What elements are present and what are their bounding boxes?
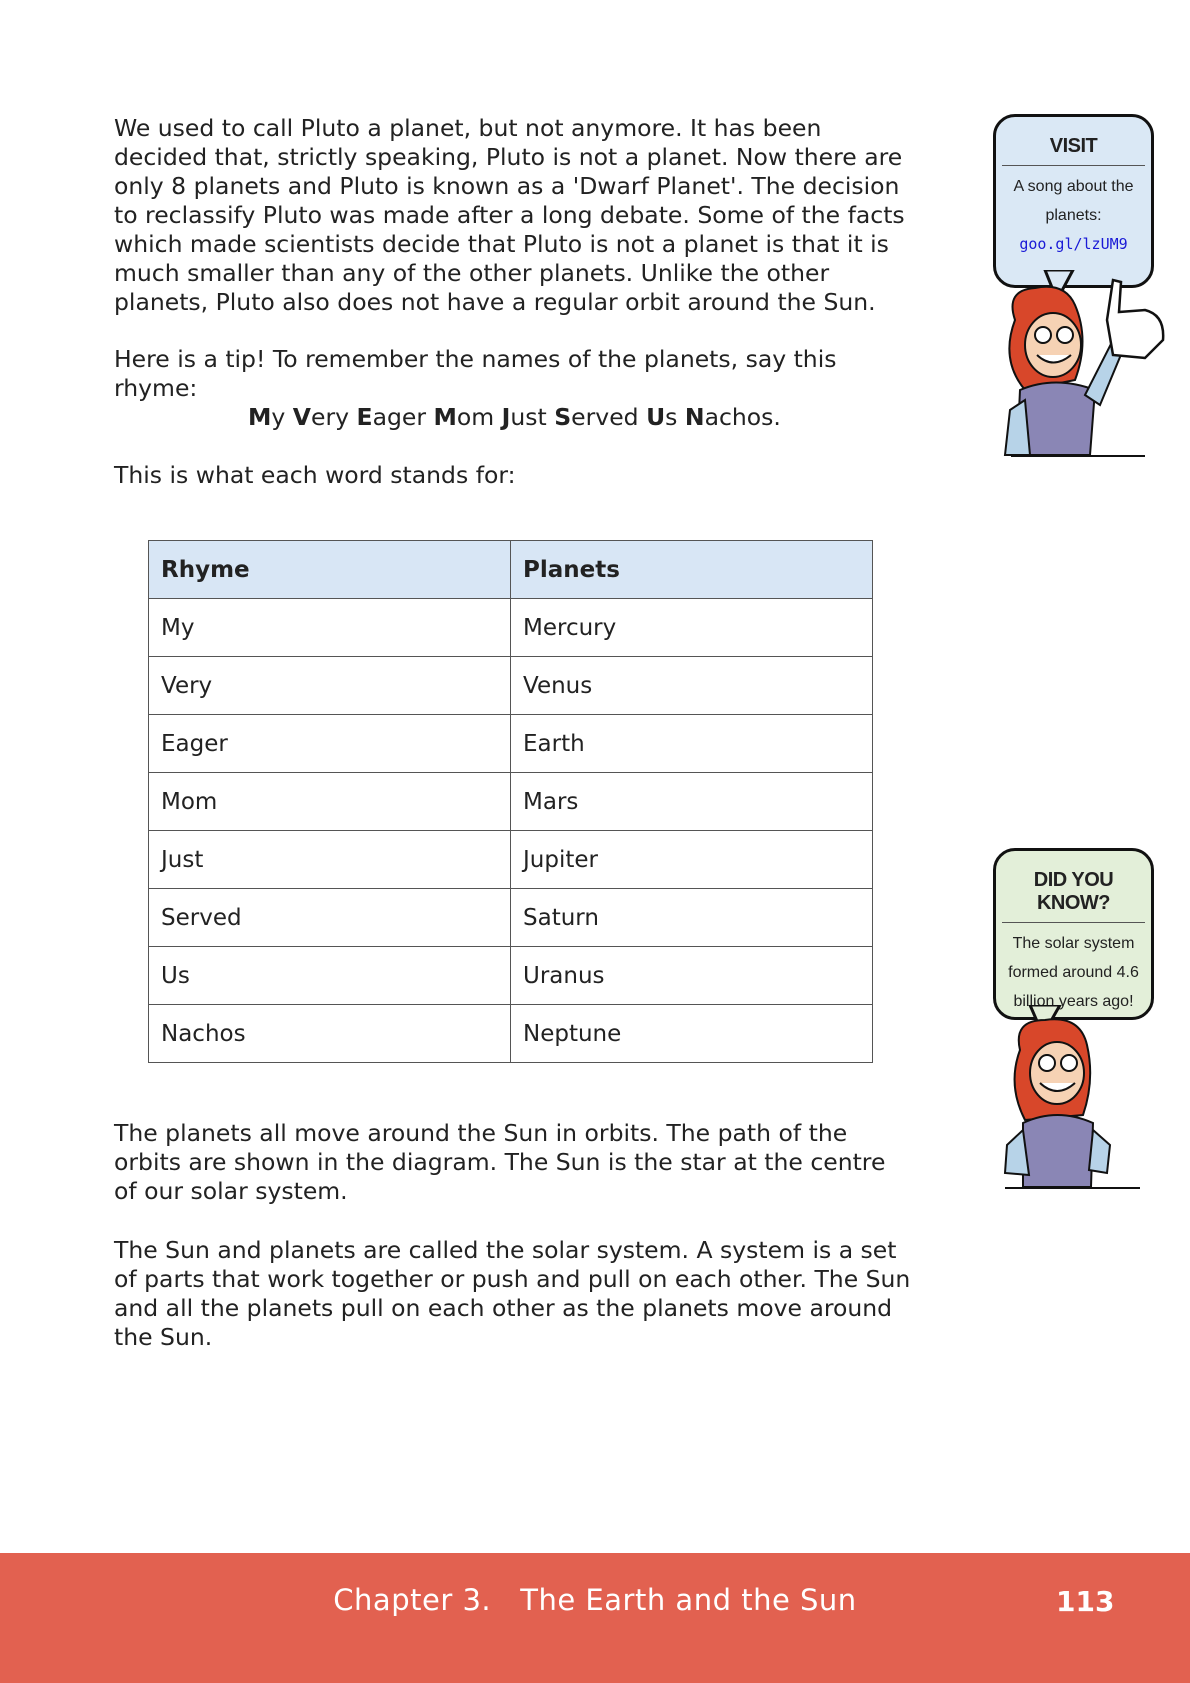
rhyme-cell: Eager [148, 714, 511, 773]
table-row: Us Uranus [148, 946, 873, 1005]
planet-cell: Neptune [510, 1004, 873, 1063]
solar-system-paragraph: The Sun and planets are called the solar… [114, 1236, 911, 1351]
table-row: Nachos Neptune [148, 1004, 873, 1063]
rhyme-word: Nachos. [684, 403, 781, 431]
mascot-pointing-icon [1003, 270, 1165, 457]
planet-cell: Mars [510, 772, 873, 831]
rhyme-cell: My [148, 598, 511, 657]
rhyme-planets-table: Rhyme Planets My Mercury Very Venus Eager E… [148, 540, 873, 1063]
page-number: 113 [1056, 1585, 1115, 1618]
rhyme-word: Us [646, 403, 678, 431]
rhyme-cell: Nachos [148, 1004, 511, 1063]
header-planets: Planets [510, 540, 873, 599]
table-row: Eager Earth [148, 714, 873, 773]
rhyme-cell: Just [148, 830, 511, 889]
rhyme-word: Eager [356, 403, 427, 431]
rhyme-cell: Served [148, 888, 511, 947]
tip-paragraph: Here is a tip! To remember the names of … [114, 345, 837, 402]
rhyme-word: Mom [433, 403, 495, 431]
visit-callout: VISIT A song about the planets: goo.gl/l… [993, 114, 1154, 288]
did-you-know-text: The solar system formed around 4.6 billi… [1008, 935, 1139, 1010]
rhyme-word: Very [292, 403, 350, 431]
chapter-title: Chapter 3. The Earth and the Sun [333, 1583, 857, 1617]
did-you-know-callout: DID YOU KNOW? The solar system formed ar… [993, 848, 1154, 1020]
orbits-paragraph: The planets all move around the Sun in o… [114, 1119, 886, 1205]
song-link[interactable]: goo.gl/lzUM9 [1019, 235, 1127, 253]
stands-for-paragraph: This is what each word stands for: [114, 461, 516, 489]
did-you-know-title: DID YOU KNOW? [1002, 869, 1145, 923]
rhyme-word: Served [554, 403, 639, 431]
rhyme-word: My [248, 403, 286, 431]
table-row: My Mercury [148, 598, 873, 657]
visit-title: VISIT [1002, 135, 1145, 166]
planet-cell: Saturn [510, 888, 873, 947]
rhyme-cell: Us [148, 946, 511, 1005]
table-row: Just Jupiter [148, 830, 873, 889]
rhyme-cell: Very [148, 656, 511, 715]
mascot-smiling-icon [1003, 1005, 1140, 1189]
table-row: Very Venus [148, 656, 873, 715]
rhyme-word: Just [501, 403, 547, 431]
mnemonic-rhyme: My Very Eager Mom Just Served Us Nachos. [248, 403, 781, 432]
planet-cell: Earth [510, 714, 873, 773]
page-footer: Chapter 3. The Earth and the Sun 113 [0, 1553, 1190, 1683]
planet-cell: Jupiter [510, 830, 873, 889]
table-row: Mom Mars [148, 772, 873, 831]
table-row: Served Saturn [148, 888, 873, 947]
planet-cell: Mercury [510, 598, 873, 657]
table-header-row: Rhyme Planets [148, 540, 873, 599]
visit-text: A song about the planets: goo.gl/lzUM9 [1013, 178, 1134, 253]
planet-cell: Venus [510, 656, 873, 715]
pluto-paragraph: We used to call Pluto a planet, but not … [114, 114, 905, 316]
planet-cell: Uranus [510, 946, 873, 1005]
rhyme-cell: Mom [148, 772, 511, 831]
header-rhyme: Rhyme [148, 540, 511, 599]
